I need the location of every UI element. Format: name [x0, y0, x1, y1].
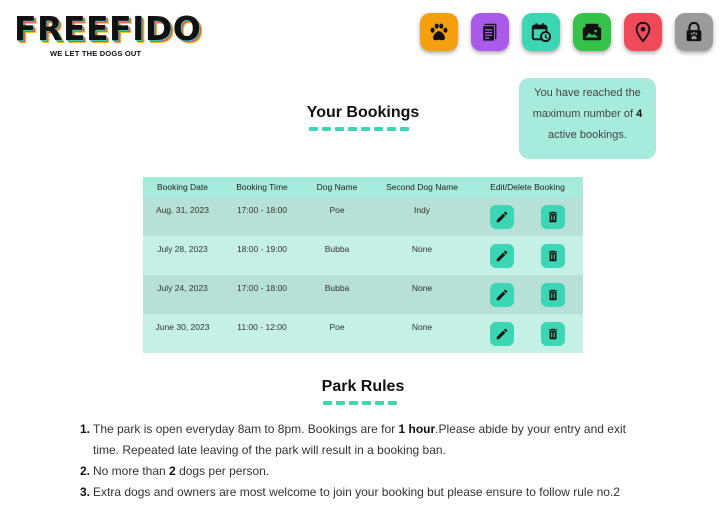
booking-time: 11:00 - 12:00: [237, 322, 287, 332]
bookings-title-underline: [309, 127, 419, 131]
col-dog-name: Dog Name: [316, 182, 358, 192]
delete-booking-button[interactable]: [540, 205, 565, 229]
dog-name: Poe: [329, 322, 345, 332]
map-pin-icon: [635, 21, 651, 43]
delete-booking-button[interactable]: [540, 244, 565, 268]
second-dog-name: Indy: [413, 205, 431, 215]
calendar-clock-icon: [531, 23, 552, 43]
trash-icon: [548, 211, 557, 223]
trash-icon: [548, 289, 557, 301]
booking-date: July 24, 2023: [157, 283, 208, 293]
logo-tagline: WE LET THE DOGS OUT: [50, 49, 142, 58]
booking-date: June 30, 2023: [155, 322, 210, 332]
booking-date: July 28, 2023: [157, 244, 208, 254]
table-row: July 24, 2023 17:00 - 18:00 Bubba None: [143, 275, 583, 314]
logo-wordmark: FREEFIDO: [14, 9, 202, 48]
row-actions: [472, 314, 583, 353]
nav-logout-button[interactable]: [675, 13, 713, 51]
list-item: 3. Extra dogs and owners are most welcom…: [80, 482, 650, 503]
photo-wallet-icon: [582, 23, 602, 41]
booking-time: 18:00 - 19:00: [236, 244, 288, 254]
second-dog-name: None: [411, 322, 433, 332]
table-row: Aug. 31, 2023 17:00 - 18:00 Poe Indy: [143, 197, 583, 236]
booking-date: Aug. 31, 2023: [156, 205, 209, 215]
list-item: 2. No more than 2 dogs per person.: [80, 461, 650, 482]
rule-text: Extra dogs and owners are most welcome t…: [93, 485, 620, 499]
nav-dogs-button[interactable]: [420, 13, 458, 51]
edit-booking-button[interactable]: [490, 322, 515, 346]
rule-text: No more than 2 dogs per person.: [93, 464, 270, 478]
dog-name: Bubba: [324, 244, 350, 254]
lock-paw-icon: [686, 21, 702, 42]
nav-gallery-button[interactable]: [573, 13, 611, 51]
col-edit-delete: Edit/Delete Booking: [490, 182, 565, 192]
second-dog-name: None: [411, 283, 433, 293]
booking-time: 17:00 - 18:00: [236, 283, 288, 293]
trash-icon: [548, 328, 557, 340]
delete-booking-button[interactable]: [540, 283, 565, 307]
nav-rules-button[interactable]: [471, 13, 509, 51]
alert-suffix: active bookings.: [548, 129, 627, 141]
row-actions: [472, 275, 583, 314]
second-dog-name: None: [411, 244, 433, 254]
trash-icon: [548, 250, 557, 262]
booking-time: 17:00 - 18:00: [236, 205, 288, 215]
edit-booking-button[interactable]: [490, 244, 515, 268]
rule-number: 3.: [80, 485, 91, 499]
col-booking-time: Booking Time: [236, 182, 288, 192]
pencil-icon: [497, 328, 508, 340]
list-item: 1. The park is open everyday 8am to 8pm.…: [80, 419, 650, 461]
delete-booking-button[interactable]: [540, 322, 565, 346]
table-row: July 28, 2023 18:00 - 19:00 Bubba None: [143, 236, 583, 275]
park-rules-title: Park Rules: [321, 378, 405, 395]
dog-name: Bubba: [324, 283, 350, 293]
nav-location-button[interactable]: [624, 13, 662, 51]
pencil-icon: [497, 211, 508, 223]
col-second-dog-name: Second Dog Name: [386, 182, 458, 192]
paw-icon: [430, 23, 448, 41]
dog-name: Poe: [329, 205, 345, 215]
edit-booking-button[interactable]: [490, 283, 515, 307]
top-nav: [420, 13, 713, 51]
rule-number: 1.: [80, 422, 91, 436]
park-rules-list: 1. The park is open everyday 8am to 8pm.…: [80, 419, 650, 503]
table-header-row: Booking Date Booking Time Dog Name Secon…: [143, 177, 583, 197]
bookings-table: Booking Date Booking Time Dog Name Secon…: [143, 177, 583, 353]
col-booking-date: Booking Date: [156, 182, 209, 192]
park-rules-title-underline: [323, 401, 407, 405]
pencil-icon: [497, 250, 508, 262]
bookings-title: Your Bookings: [306, 104, 420, 121]
rule-number: 2.: [80, 464, 91, 478]
nav-bookings-button[interactable]: [522, 13, 560, 51]
document-icon: [482, 23, 497, 42]
rule-text: The park is open everyday 8am to 8pm. Bo…: [93, 422, 626, 457]
row-actions: [472, 236, 583, 275]
edit-booking-button[interactable]: [490, 205, 515, 229]
table-row: June 30, 2023 11:00 - 12:00 Poe None: [143, 314, 583, 353]
brand-logo[interactable]: FREEFIDO FREEFIDO FREEFIDO FREEFIDO WE L…: [12, 10, 204, 60]
row-actions: [472, 197, 583, 236]
pencil-icon: [497, 289, 508, 301]
